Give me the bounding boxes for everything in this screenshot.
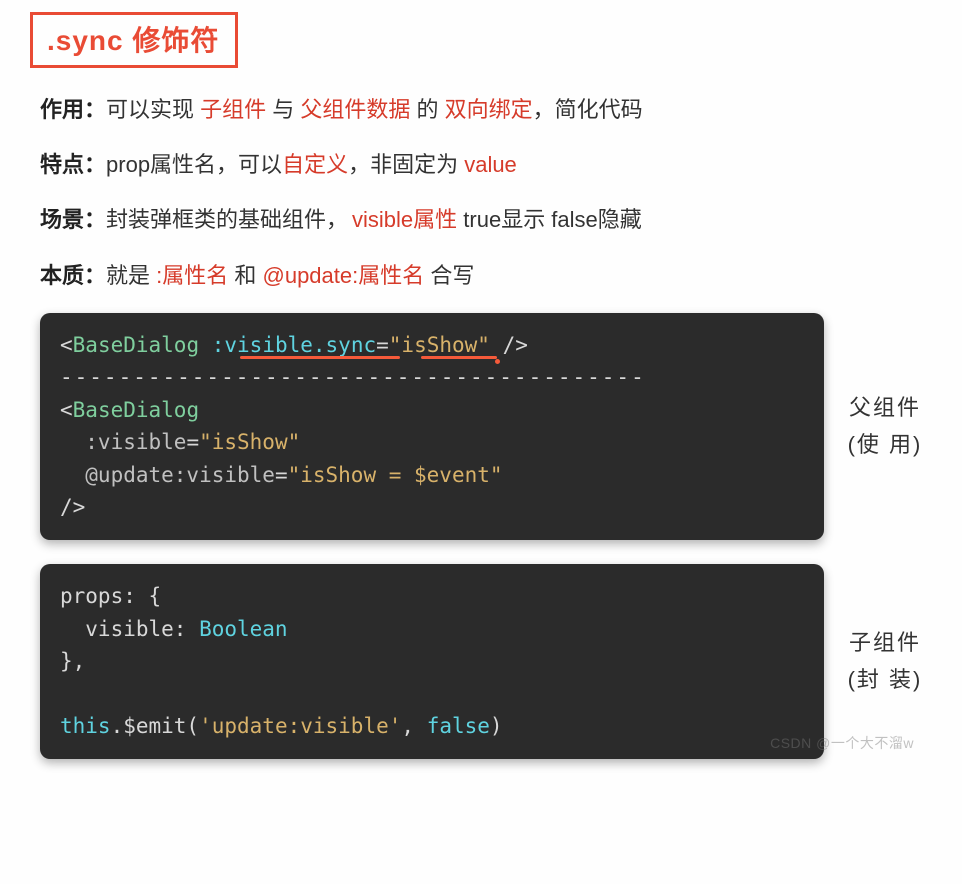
title-box: .sync 修饰符 xyxy=(30,12,238,68)
code-token: /> xyxy=(490,333,528,357)
highlight: 双向绑定 xyxy=(445,97,533,122)
code-token: this xyxy=(60,714,111,738)
text: 封装弹框类的基础组件， xyxy=(106,207,348,232)
label: 本质： xyxy=(40,263,106,288)
code-token: BaseDialog xyxy=(73,398,199,422)
line-purpose: 作用：可以实现 子组件 与 父组件数据 的 双向绑定，简化代码 xyxy=(40,92,934,127)
code-row-parent: <BaseDialog :visible.sync="isShow" /> --… xyxy=(28,313,934,540)
definition-list: 作用：可以实现 子组件 与 父组件数据 的 双向绑定，简化代码 特点：prop属… xyxy=(28,92,934,293)
line-scenario: 场景：封装弹框类的基础组件，visible属性 true显示 false隐藏 xyxy=(40,202,934,237)
code-token: < xyxy=(60,333,73,357)
code-token: = xyxy=(186,430,199,454)
label-text: 父组件 xyxy=(846,389,924,426)
label-text: (封 装) xyxy=(846,661,924,698)
code-token: :visible.sync xyxy=(212,333,376,357)
code-token: 'update:visible' xyxy=(199,714,401,738)
text: 可以实现 xyxy=(106,97,200,122)
code-token: "isShow" xyxy=(199,430,300,454)
label: 场景： xyxy=(40,207,106,232)
code-token: }, xyxy=(60,649,85,673)
highlight: 子组件 xyxy=(200,97,266,122)
divider: ---------------------------------------- xyxy=(60,365,646,389)
code-token: props: { xyxy=(60,584,161,608)
code-token xyxy=(199,333,212,357)
line-essence: 本质：就是 :属性名 和 @update:属性名 合写 xyxy=(40,258,934,293)
highlight: value xyxy=(464,152,517,177)
code-token: @update:visible xyxy=(60,463,275,487)
label: 特点： xyxy=(40,152,106,177)
text: true显示 false隐藏 xyxy=(457,207,642,232)
label-parent: 父组件 (使 用) xyxy=(846,389,924,464)
code-token: BaseDialog xyxy=(73,333,199,357)
code-token: Boolean xyxy=(199,617,288,641)
label-text: (使 用) xyxy=(846,426,924,463)
watermark: CSDN @一个大不溜w xyxy=(770,733,914,753)
code-token: visible: xyxy=(60,617,199,641)
code-token: = xyxy=(376,333,389,357)
page-title: .sync 修饰符 xyxy=(47,25,219,56)
code-token: .$emit( xyxy=(111,714,200,738)
code-token: = xyxy=(275,463,288,487)
text: ，简化代码 xyxy=(533,97,643,122)
code-token: ) xyxy=(490,714,503,738)
label-child: 子组件 (封 装) xyxy=(846,624,924,699)
text: ，非固定为 xyxy=(348,152,464,177)
label: 作用： xyxy=(40,97,106,122)
code-block-parent: <BaseDialog :visible.sync="isShow" /> --… xyxy=(40,313,824,540)
label-text: 子组件 xyxy=(846,624,924,661)
highlight: 父组件数据 xyxy=(300,97,410,122)
text: 合写 xyxy=(424,263,474,288)
code-token: /> xyxy=(60,495,85,519)
code-token: false xyxy=(427,714,490,738)
code-block-child: props: { visible: Boolean }, this.$emit(… xyxy=(40,564,824,759)
code-token: "isShow" xyxy=(389,333,490,357)
highlight: :属性名 xyxy=(156,263,228,288)
code-token: < xyxy=(60,398,73,422)
underline-annotation xyxy=(421,356,497,359)
code-token: "isShow = $event" xyxy=(288,463,503,487)
highlight: @update:属性名 xyxy=(263,263,425,288)
text: 就是 xyxy=(106,263,156,288)
text: prop属性名，可以 xyxy=(106,152,282,177)
underline-annotation xyxy=(240,356,400,359)
code-token: :visible xyxy=(60,430,186,454)
text: 和 xyxy=(228,263,262,288)
text: 与 xyxy=(266,97,300,122)
code-row-child: props: { visible: Boolean }, this.$emit(… xyxy=(28,564,934,759)
dot-annotation xyxy=(495,359,500,364)
text: 的 xyxy=(410,97,444,122)
code-token: , xyxy=(401,714,426,738)
highlight: visible属性 xyxy=(352,207,457,232)
line-feature: 特点：prop属性名，可以自定义，非固定为 value xyxy=(40,147,934,182)
highlight: 自定义 xyxy=(282,152,348,177)
